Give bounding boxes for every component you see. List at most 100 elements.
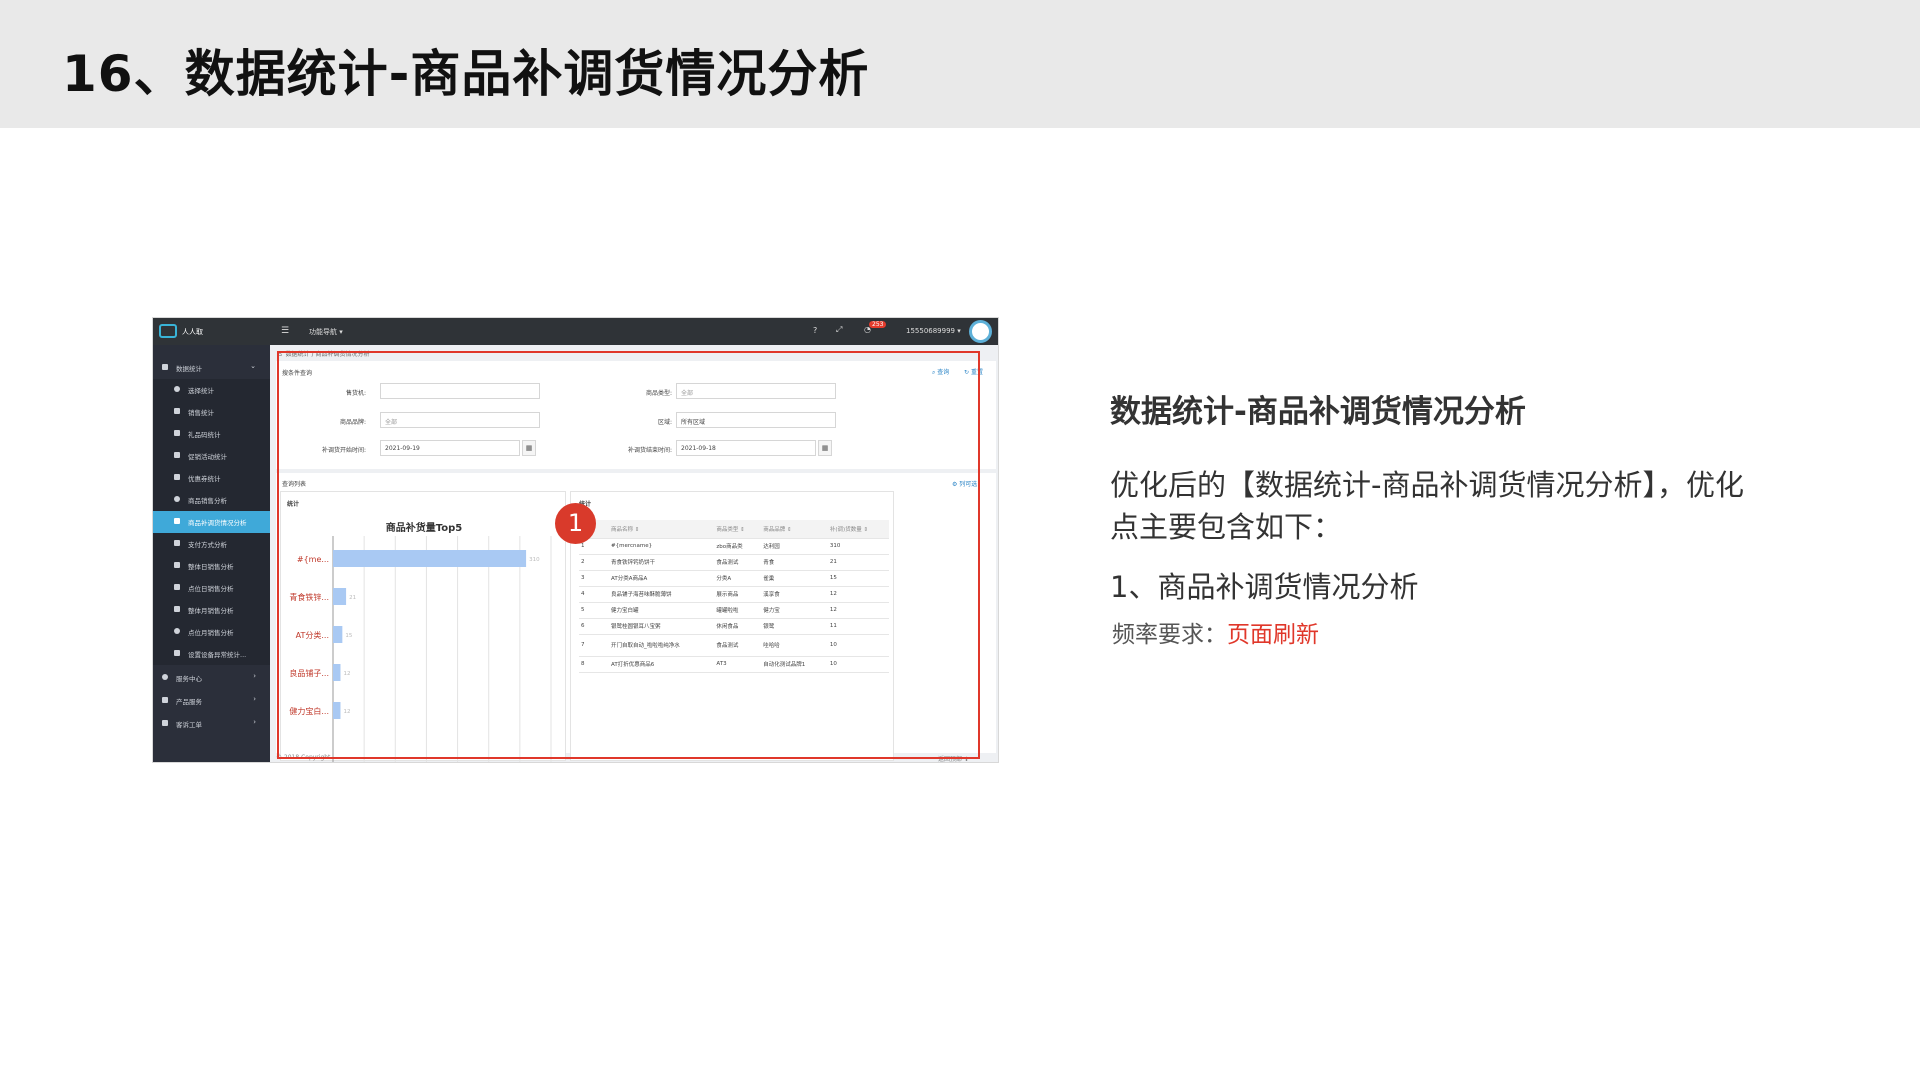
pie-icon	[174, 386, 180, 392]
col-header-type[interactable]: 商品类型 ⇕	[714, 520, 762, 539]
sidebar-item-promo[interactable]: 促销活动统计	[153, 445, 270, 467]
search-button[interactable]: ⌕ 查询	[932, 367, 949, 377]
app-content: ⌂ 数据统计 / 商品补调货情况分析 搜条件查询 ⌕ 查询 ↻ 重置 售货机: …	[270, 345, 998, 762]
bar[interactable]	[333, 702, 341, 719]
column-select-button[interactable]: ⚙ 列可选	[952, 479, 977, 488]
calendar-icon[interactable]: ▦	[522, 440, 536, 456]
table-cell: 食品测试	[714, 554, 762, 571]
table-cell: 自动化测试品牌1	[761, 656, 828, 673]
brand-select[interactable]: 全部	[380, 412, 540, 428]
slide-title: 16、数据统计-商品补调货情况分析	[62, 45, 870, 103]
table-cell: 5	[579, 602, 609, 619]
avatar[interactable]	[969, 320, 992, 343]
col-header-brand[interactable]: 商品品牌 ⇕	[761, 520, 828, 539]
menu-toggle-icon[interactable]: ☰	[281, 326, 289, 336]
sidebar-item-payment[interactable]: 支付方式分析	[153, 533, 270, 555]
description-heading: 数据统计-商品补调货情况分析	[1110, 394, 1526, 430]
table-row: 1 #{mercname} zbo商品类 达利园 310	[579, 538, 889, 555]
bar[interactable]	[333, 664, 341, 681]
chart-panel-label: 统计	[287, 501, 300, 508]
bar[interactable]	[333, 550, 527, 567]
table-cell: 良品铺子海苔味酥脆薄饼	[609, 586, 715, 603]
breadcrumb-data-stats[interactable]: 数据统计	[286, 351, 310, 358]
sidebar-item-product-sales[interactable]: 商品销售分析	[153, 489, 270, 511]
table-cell: 食品测试	[714, 634, 762, 657]
sidebar-item-data-stats[interactable]: 数据统计 ⌄	[153, 357, 270, 379]
table-cell: 310	[827, 538, 889, 555]
machine-label: 售货机:	[345, 390, 366, 397]
user-menu[interactable]: 15550689999 ▾	[906, 327, 961, 335]
home-icon[interactable]: ⌂	[278, 351, 282, 358]
end-time-label: 补调货结束时间:	[627, 447, 672, 454]
function-nav-dropdown[interactable]: 功能导航 ▾	[309, 327, 343, 337]
table-cell: AT分类A商品A	[609, 570, 715, 587]
slide: 16、数据统计-商品补调货情况分析 人人取 ☰ 功能导航 ▾ ? ⤢ ◔ 253…	[0, 0, 1920, 1080]
sidebar-item-complaint[interactable]: 客诉工单 ›	[153, 713, 270, 735]
help-icon[interactable]: ?	[813, 326, 817, 335]
sidebar-item-point-daily[interactable]: 点位日销售分析	[153, 577, 270, 599]
table-cell: AT打折优惠商品6	[609, 656, 715, 673]
sidebar-item-monthly-sales[interactable]: 整体月销售分析	[153, 599, 270, 621]
data-label: 15	[345, 633, 352, 639]
region-select[interactable]: 所有区域	[676, 412, 836, 428]
pie-icon	[174, 628, 180, 634]
breadcrumb-current: 商品补调货情况分析	[315, 351, 370, 358]
brand-label: 商品品牌:	[339, 419, 366, 426]
sidebar-item-point-monthly[interactable]: 点位月销售分析	[153, 621, 270, 643]
chevron-right-icon: ›	[253, 718, 256, 726]
table-cell: 分类A	[714, 570, 762, 587]
sidebar-item-select-stats[interactable]: 选择统计	[153, 379, 270, 401]
table-cell: 10	[827, 656, 889, 673]
data-label: 21	[349, 595, 356, 601]
table-cell: 银鹭桂圆银耳八宝粥	[609, 618, 715, 635]
sidebar-item-gift-code[interactable]: 礼品码统计	[153, 423, 270, 445]
sidebar-item-service-center[interactable]: 服务中心 ›	[153, 667, 270, 689]
table-row: 8 AT打折优惠商品6 AT3 自动化测试品牌1 10	[579, 656, 889, 673]
sidebar-item-daily-sales[interactable]: 整体日销售分析	[153, 555, 270, 577]
sidebar: 数据统计 ⌄ 选择统计 销售统计 礼品码统计 促销活动统计 优惠券统计 商品销售…	[153, 345, 270, 762]
product-type-label: 商品类型:	[645, 390, 672, 397]
chevron-right-icon: ›	[253, 672, 256, 680]
sidebar-item-restock-analysis[interactable]: 商品补调货情况分析	[153, 511, 270, 533]
bar[interactable]	[333, 588, 347, 605]
product-type-select[interactable]: 全部	[676, 383, 836, 399]
table-cell: 展示商品	[714, 586, 762, 603]
table-cell: 休闲食品	[714, 618, 762, 635]
table-cell: 3	[579, 570, 609, 587]
copyright: © 2018 Copyright.	[276, 754, 333, 761]
back-to-top-link[interactable]: 返回顶部 ⬆	[938, 754, 969, 762]
region-label: 区域:	[657, 419, 672, 426]
sidebar-item-sales-stats[interactable]: 销售统计	[153, 401, 270, 423]
start-date-input[interactable]: 2021-09-19	[380, 440, 520, 456]
callout-number: 1	[555, 503, 596, 544]
col-header-qty[interactable]: 补(调)货数量 ⇕	[827, 520, 889, 539]
logo-icon[interactable]	[159, 324, 177, 338]
table-row: 4 良品铺子海苔味酥脆薄饼 展示商品 溪享食 12	[579, 586, 889, 603]
fullscreen-icon[interactable]: ⤢	[836, 325, 842, 335]
calendar-icon[interactable]: ▦	[818, 440, 832, 456]
sidebar-item-device-exception[interactable]: 设置设备异常统计...	[153, 643, 270, 665]
table-cell: 青食铁锌钙奶饼干	[609, 554, 715, 571]
machine-input[interactable]	[380, 383, 540, 399]
line-chart-icon	[174, 584, 180, 590]
frequency-requirement: 频率要求：页面刷新	[1112, 615, 1319, 649]
notification-badge: 253	[869, 321, 887, 328]
frequency-label: 频率要求：	[1112, 622, 1227, 648]
data-label: 12	[343, 671, 350, 677]
table-cell: 8	[579, 656, 609, 673]
table-cell: 达利园	[761, 538, 828, 555]
table-row: 5 健力宝白罐 罐罐啦啦 健力宝 12	[579, 602, 889, 619]
reset-button[interactable]: ↻ 重置	[964, 367, 983, 376]
bar[interactable]	[333, 626, 343, 643]
bar-chart-icon	[174, 562, 180, 568]
end-date-input[interactable]: 2021-09-18	[676, 440, 816, 456]
sidebar-item-coupon[interactable]: 优惠券统计	[153, 467, 270, 489]
category-label: 青食铁锌...	[289, 592, 329, 602]
data-label: 310	[529, 557, 540, 563]
table-cell: 15	[827, 570, 889, 587]
square-icon	[174, 430, 180, 436]
sidebar-item-product-service[interactable]: 产品服务 ›	[153, 690, 270, 712]
bar-chart: #{me... 310 青食铁锌... 21 AT分类... 15 良品铺子... 12 健力宝…	[289, 536, 552, 762]
bar-chart-icon	[174, 606, 180, 612]
col-header-name[interactable]: 商品名称 ⇕	[609, 520, 715, 539]
